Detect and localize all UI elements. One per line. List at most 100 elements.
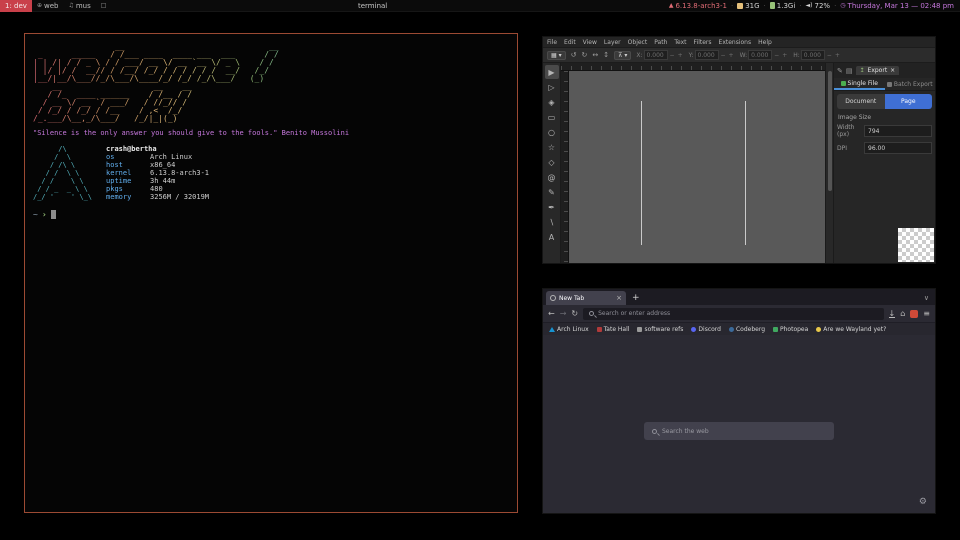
bookmark-arch-linux[interactable]: Arch Linux xyxy=(549,326,589,333)
calligraphy-tool-icon[interactable]: ∖ xyxy=(545,215,559,229)
menu-hamburger-icon[interactable]: ≡ xyxy=(923,309,930,318)
increment-button[interactable]: + xyxy=(677,52,684,59)
export-width-input[interactable]: 794 xyxy=(864,125,932,137)
reload-button[interactable]: ↻ xyxy=(571,309,578,318)
y-coordinate-field[interactable]: Y: 0.000 − + xyxy=(689,50,735,60)
rectangle-tool-icon[interactable]: ▭ xyxy=(545,110,559,124)
increment-button[interactable]: + xyxy=(834,52,841,59)
text-tool-icon[interactable]: A xyxy=(545,230,559,244)
web-search-input[interactable]: Search the web xyxy=(644,422,834,440)
ublock-extension-icon[interactable] xyxy=(910,310,918,318)
height-field[interactable]: H: 0.000 − + xyxy=(793,50,841,60)
star-tool-icon[interactable]: ☆ xyxy=(545,140,559,154)
menu-extensions[interactable]: Extensions xyxy=(719,39,752,46)
workspace-empty[interactable]: □ xyxy=(96,0,112,12)
inkscape-canvas[interactable] xyxy=(569,71,825,263)
export-icon: ↥ xyxy=(860,67,865,74)
layers-dock-icon[interactable]: ▤ xyxy=(846,67,853,75)
shape-builder-tool-icon[interactable]: ◈ xyxy=(545,95,559,109)
bookmark-tate-hall[interactable]: Tate Hall xyxy=(597,326,630,333)
shell-prompt[interactable]: ~ › xyxy=(33,210,509,219)
separator: · xyxy=(731,2,733,10)
decrement-button[interactable]: − xyxy=(720,52,727,59)
bookmark-are-we-wayland-yet[interactable]: Are we Wayland yet? xyxy=(816,326,886,333)
new-tab-button[interactable]: + xyxy=(632,293,640,303)
arch-linux-icon xyxy=(549,327,555,332)
tab-new-tab[interactable]: New Tab × xyxy=(546,291,626,305)
export-dpi-input[interactable]: 96.00 xyxy=(864,142,932,154)
x-coordinate-field[interactable]: X: 0.000 − + xyxy=(636,50,683,60)
page-button[interactable]: Page xyxy=(885,94,933,109)
menu-object[interactable]: Object xyxy=(628,39,648,46)
menu-text[interactable]: Text xyxy=(674,39,686,46)
increment-button[interactable]: + xyxy=(728,52,735,59)
selection-mode-dropdown[interactable]: ▦ ▾ xyxy=(547,51,566,60)
fortune-quote: "Silence is the only answer you should g… xyxy=(33,129,509,137)
decrement-button[interactable]: − xyxy=(826,52,833,59)
kernel-segment: ▲ 6.13.8-arch3-1 · xyxy=(669,2,733,10)
tate-hall-icon xyxy=(597,327,602,332)
box3d-tool-icon[interactable]: ◇ xyxy=(545,155,559,169)
bookmark-software-refs[interactable]: software refs xyxy=(637,326,683,333)
inkscape-toolbox: ▶ ▷ ◈ ▭ ○ ☆ ◇ @ ✎ ✒ ∖ A xyxy=(543,63,561,263)
decrement-button[interactable]: − xyxy=(669,52,676,59)
increment-button[interactable]: + xyxy=(781,52,788,59)
back-button[interactable]: ← xyxy=(548,309,555,318)
menu-edit[interactable]: Edit xyxy=(564,39,576,46)
fetch-row: pkgs 480 xyxy=(106,185,209,193)
bookmark-photopea[interactable]: Photopea xyxy=(773,326,808,333)
rotate-cw-icon[interactable]: ↻ xyxy=(581,51,587,59)
home-icon[interactable]: ⌂ xyxy=(900,309,905,318)
close-icon[interactable]: × xyxy=(890,67,895,74)
document-button[interactable]: Document xyxy=(837,94,885,109)
menu-help[interactable]: Help xyxy=(758,39,772,46)
menu-path[interactable]: Path xyxy=(654,39,667,46)
pencil-dock-icon[interactable]: ✎ xyxy=(837,67,843,75)
bookmark-discord[interactable]: Discord xyxy=(691,326,721,333)
memory-segment: 1.3Gi · xyxy=(770,2,802,10)
selector-tool-icon[interactable]: ▶ xyxy=(545,65,559,79)
decrement-button[interactable]: − xyxy=(773,52,780,59)
url-placeholder: Search or enter address xyxy=(598,310,670,317)
memory-icon xyxy=(770,2,775,9)
workspace-dev[interactable]: 1: dev xyxy=(0,0,32,12)
flip-vertical-icon[interactable]: ↕ xyxy=(603,51,609,59)
tab-batch-export[interactable]: Batch Export xyxy=(885,78,936,90)
workspace-mus[interactable]: ♫ mus xyxy=(63,0,95,12)
downloads-icon[interactable]: ↓ xyxy=(889,310,896,318)
url-bar[interactable]: Search or enter address xyxy=(583,308,883,320)
page-border-line xyxy=(641,101,642,245)
rotate-ccw-icon[interactable]: ↺ xyxy=(571,51,577,59)
flip-horizontal-icon[interactable]: ↔ xyxy=(592,51,598,59)
snap-dropdown[interactable]: ⊼ ▾ xyxy=(614,51,631,60)
menu-view[interactable]: View xyxy=(583,39,597,46)
ellipse-tool-icon[interactable]: ○ xyxy=(545,125,559,139)
workspace-web[interactable]: ⊕ web xyxy=(32,0,64,12)
canvas-scrollbar[interactable] xyxy=(825,63,833,263)
pencil-tool-icon[interactable]: ✎ xyxy=(545,185,559,199)
terminal-window[interactable]: __ __ _ _____ / /___ ____ ____ ___ ___ /… xyxy=(24,33,518,513)
globe-icon: ⊕ xyxy=(37,2,42,9)
menu-file[interactable]: File xyxy=(547,39,557,46)
menu-layer[interactable]: Layer xyxy=(604,39,621,46)
welcome-ascii-art: __ __ _ _____ / /___ ____ ____ ___ ___ /… xyxy=(33,43,509,123)
tab-single-file[interactable]: Single File xyxy=(834,78,885,90)
export-dock-tab[interactable]: ↥ Export × xyxy=(856,66,900,75)
navigation-bar: ← → ↻ Search or enter address ↓ ⌂ ≡ xyxy=(543,305,935,323)
codeberg-icon xyxy=(729,327,734,332)
gear-icon[interactable]: ⚙ xyxy=(919,497,927,507)
user-host: crash@bertha xyxy=(106,145,209,153)
width-field[interactable]: W: 0.000 − + xyxy=(740,50,789,60)
bookmark-codeberg[interactable]: Codeberg xyxy=(729,326,765,333)
tab-strip: New Tab × + ∨ xyxy=(543,289,935,305)
list-tabs-chevron-icon[interactable]: ∨ xyxy=(924,294,932,302)
image-size-label: Image Size xyxy=(834,111,935,122)
speaker-icon: ◄) xyxy=(806,2,813,9)
spiral-tool-icon[interactable]: @ xyxy=(545,170,559,184)
fetch-row: memory 3256M / 32019M xyxy=(106,193,209,201)
pen-tool-icon[interactable]: ✒ xyxy=(545,200,559,214)
node-tool-icon[interactable]: ▷ xyxy=(545,80,559,94)
menu-filters[interactable]: Filters xyxy=(694,39,712,46)
close-tab-icon[interactable]: × xyxy=(616,294,622,302)
forward-button[interactable]: → xyxy=(560,309,567,318)
